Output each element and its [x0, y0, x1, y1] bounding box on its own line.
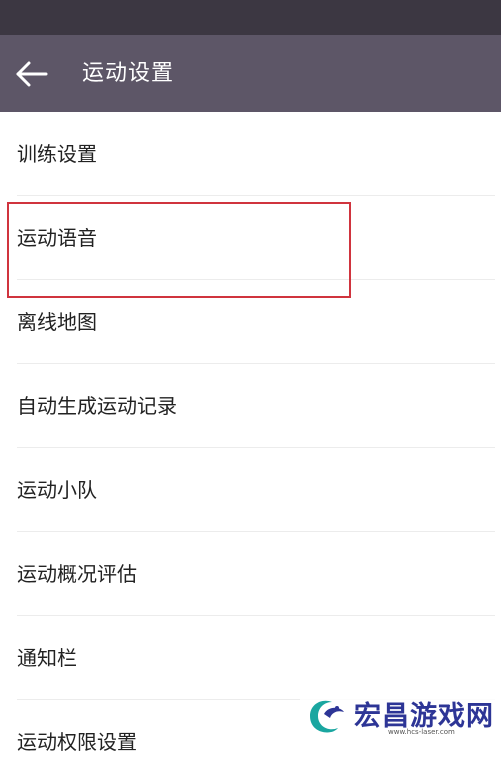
settings-item-label: 离线地图 [17, 310, 97, 334]
settings-item-label: 训练设置 [17, 142, 97, 166]
settings-item-label: 运动小队 [17, 478, 97, 502]
app-bar: 运动设置 [0, 35, 501, 112]
arrow-left-icon [10, 55, 50, 93]
settings-item-notification[interactable]: 通知栏 [0, 616, 501, 700]
status-bar [0, 0, 501, 35]
settings-item-voice[interactable]: 运动语音 [0, 196, 501, 280]
settings-item-label: 通知栏 [17, 646, 77, 670]
settings-list: 训练设置 运动语音 离线地图 自动生成运动记录 运动小队 运动概况评估 通知栏 … [0, 112, 501, 784]
page-title: 运动设置 [82, 61, 175, 86]
watermark-logo-icon [304, 694, 348, 738]
settings-item-auto-record[interactable]: 自动生成运动记录 [0, 364, 501, 448]
settings-item-training[interactable]: 训练设置 [0, 112, 501, 196]
settings-item-overview[interactable]: 运动概况评估 [0, 532, 501, 616]
settings-item-offline-map[interactable]: 离线地图 [0, 280, 501, 364]
back-button[interactable] [10, 55, 50, 93]
settings-item-label: 运动语音 [17, 226, 97, 250]
settings-item-label: 自动生成运动记录 [17, 394, 177, 418]
settings-item-label: 运动概况评估 [17, 562, 137, 586]
watermark: 宏昌游戏网 www.hcs-laser.com [300, 690, 501, 742]
settings-item-team[interactable]: 运动小队 [0, 448, 501, 532]
settings-item-label: 运动权限设置 [17, 730, 137, 754]
watermark-url: www.hcs-laser.com [388, 728, 455, 736]
